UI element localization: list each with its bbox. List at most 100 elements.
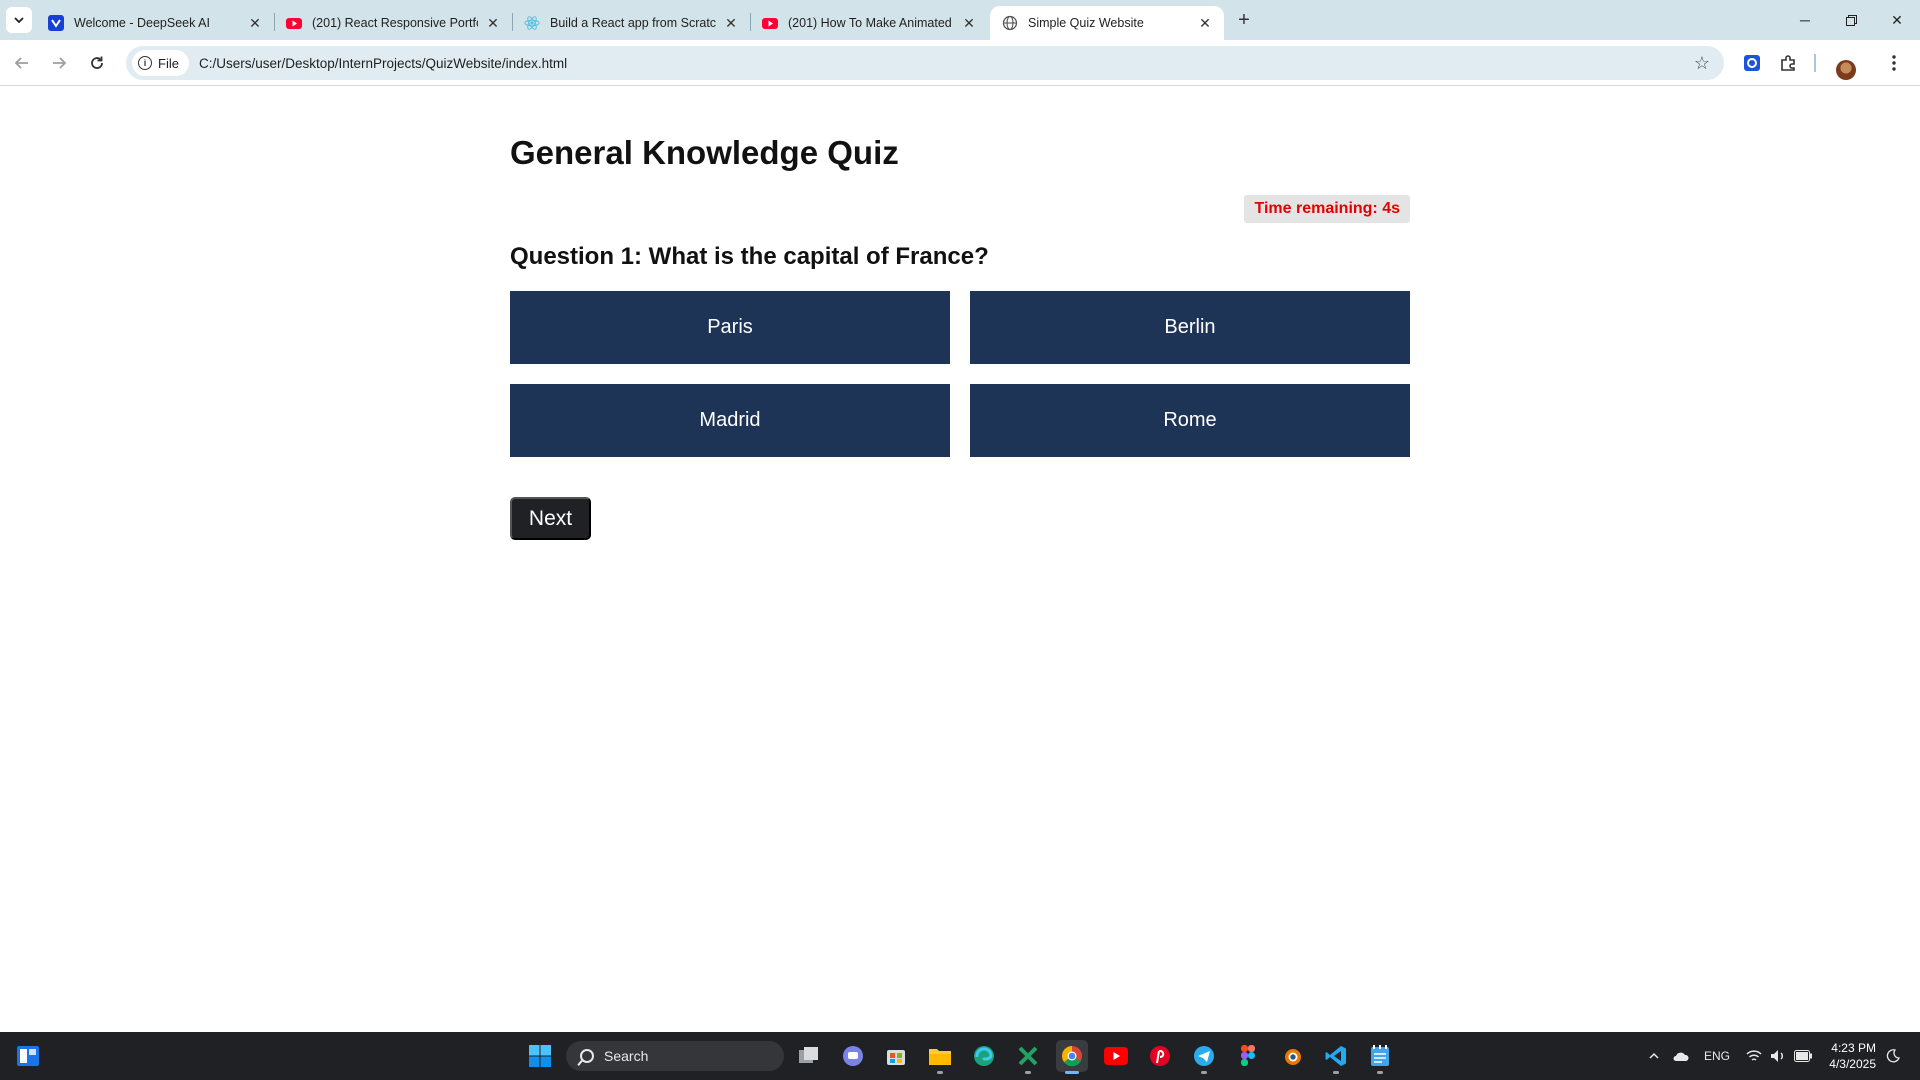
tab-title: (201) React Responsive Portfolio <box>312 16 478 30</box>
close-icon: ✕ <box>1891 11 1903 28</box>
forward-arrow-icon <box>53 57 67 69</box>
taskbar-clock[interactable]: 4:23 PM 4/3/2025 <box>1829 1040 1876 1072</box>
taskbar-app-explorer[interactable] <box>924 1040 956 1074</box>
browser-tab-strip: Welcome - DeepSeek AI ✕ (201) React Resp… <box>0 0 1920 40</box>
excel-icon <box>1018 1046 1038 1066</box>
globe-icon <box>1002 15 1018 31</box>
close-icon[interactable]: ✕ <box>246 14 264 32</box>
next-button[interactable]: Next <box>510 497 591 540</box>
taskbar-app-blender[interactable] <box>1276 1040 1308 1072</box>
cloud-icon <box>1673 1052 1689 1061</box>
taskbar-app-teams[interactable] <box>837 1040 869 1072</box>
browser-menu-button[interactable] <box>1880 49 1908 77</box>
tab-title: Build a React app from Scratch <box>550 16 716 30</box>
taskbar-app-youtube[interactable] <box>1100 1040 1132 1072</box>
battery-icon <box>1794 1050 1812 1062</box>
show-hidden-icons-button[interactable] <box>1648 1032 1660 1080</box>
taskbar-search-box[interactable]: Search <box>566 1041 784 1071</box>
tab-react-portfolio[interactable]: (201) React Responsive Portfolio ✕ <box>274 6 512 40</box>
weather-tray-button[interactable] <box>1672 1032 1690 1080</box>
forward-button[interactable] <box>45 49 73 77</box>
wifi-icon <box>1746 1050 1762 1061</box>
extension-button[interactable] <box>1738 49 1766 77</box>
volume-button[interactable] <box>1770 1032 1786 1080</box>
notepad-icon <box>1371 1045 1389 1066</box>
taskbar-app-excel[interactable] <box>1012 1040 1044 1074</box>
answer-button-berlin[interactable]: Berlin <box>970 291 1410 364</box>
extensions-menu-button[interactable] <box>1774 49 1802 77</box>
browser-toolbar: i File C:/Users/user/Desktop/InternProje… <box>0 40 1920 86</box>
speaker-icon <box>1771 1050 1783 1062</box>
new-tab-button[interactable]: + <box>1230 8 1258 32</box>
youtube-icon <box>762 15 778 31</box>
taskbar-app-figma[interactable] <box>1232 1040 1264 1072</box>
taskbar-app-pinterest[interactable] <box>1144 1040 1176 1072</box>
battery-button[interactable] <box>1794 1032 1812 1080</box>
plus-icon: + <box>1238 8 1250 31</box>
extension-blue-icon <box>1744 55 1760 71</box>
clock-time: 4:23 PM <box>1831 1041 1876 1055</box>
youtube-icon <box>286 15 302 31</box>
answer-button-rome[interactable]: Rome <box>970 384 1410 457</box>
windows-logo-icon <box>529 1045 551 1067</box>
close-icon[interactable]: ✕ <box>1196 14 1214 32</box>
tab-title: Welcome - DeepSeek AI <box>74 16 210 30</box>
page-title: General Knowledge Quiz <box>510 134 899 171</box>
running-indicator <box>1377 1071 1383 1074</box>
tab-search-button[interactable] <box>6 7 32 33</box>
address-bar[interactable]: i File C:/Users/user/Desktop/InternProje… <box>126 46 1724 80</box>
running-indicator <box>1065 1071 1079 1074</box>
tab-animated[interactable]: (201) How To Make Animated S ✕ <box>750 6 988 40</box>
info-icon: i <box>138 56 152 70</box>
moon-icon <box>1886 1049 1900 1063</box>
tab-title: (201) How To Make Animated S <box>788 16 954 30</box>
running-indicator <box>1025 1071 1031 1074</box>
task-view-icon <box>799 1047 818 1063</box>
close-icon[interactable]: ✕ <box>960 14 978 32</box>
notifications-button[interactable] <box>1886 1032 1900 1080</box>
answer-button-paris[interactable]: Paris <box>510 291 950 364</box>
close-icon[interactable]: ✕ <box>722 14 740 32</box>
widgets-button[interactable] <box>12 1040 44 1072</box>
language-indicator[interactable]: ENG <box>1704 1032 1730 1080</box>
taskbar-app-store[interactable] <box>880 1040 912 1072</box>
tab-simple-quiz[interactable]: Simple Quiz Website ✕ <box>990 6 1224 40</box>
puzzle-icon <box>1781 55 1795 71</box>
minimize-button[interactable]: ─ <box>1782 0 1828 40</box>
more-vertical-icon <box>1892 55 1896 71</box>
running-indicator <box>937 1071 943 1074</box>
taskbar-app-telegram[interactable] <box>1188 1040 1220 1074</box>
taskbar-app-chrome[interactable] <box>1056 1040 1088 1074</box>
search-label: Search <box>604 1048 649 1064</box>
folder-icon <box>929 1049 951 1065</box>
deepseek-icon <box>48 15 64 31</box>
tab-title: Simple Quiz Website <box>1028 16 1144 30</box>
taskbar-app-edge[interactable] <box>968 1040 1000 1072</box>
task-view-button[interactable] <box>793 1040 825 1072</box>
blender-icon <box>1285 1049 1301 1065</box>
url-text[interactable]: C:/Users/user/Desktop/InternProjects/Qui… <box>199 56 567 71</box>
tab-deepseek[interactable]: Welcome - DeepSeek AI ✕ <box>36 6 274 40</box>
network-button[interactable] <box>1746 1032 1762 1080</box>
tab-react-app[interactable]: Build a React app from Scratch ✕ <box>512 6 750 40</box>
question-text: Question 1: What is the capital of Franc… <box>510 243 989 270</box>
reload-button[interactable] <box>83 49 111 77</box>
bookmark-star-button[interactable]: ☆ <box>1690 51 1714 75</box>
figma-icon <box>1241 1045 1255 1066</box>
chat-icon <box>843 1046 863 1066</box>
start-button[interactable] <box>524 1040 556 1072</box>
avatar[interactable] <box>1836 60 1856 80</box>
answer-grid: Paris Berlin Madrid Rome <box>510 291 1410 457</box>
taskbar-app-notepad[interactable] <box>1364 1040 1396 1074</box>
site-info-chip[interactable]: i File <box>132 50 189 76</box>
toolbar-divider <box>1814 54 1816 72</box>
close-window-button[interactable]: ✕ <box>1874 0 1920 40</box>
close-icon[interactable]: ✕ <box>484 14 502 32</box>
chevron-up-icon <box>1649 1052 1659 1059</box>
answer-button-madrid[interactable]: Madrid <box>510 384 950 457</box>
taskbar-app-vscode[interactable] <box>1320 1040 1352 1074</box>
restore-icon <box>1845 14 1857 26</box>
restore-button[interactable] <box>1828 0 1874 40</box>
back-button[interactable] <box>8 49 36 77</box>
search-icon <box>580 1049 594 1063</box>
